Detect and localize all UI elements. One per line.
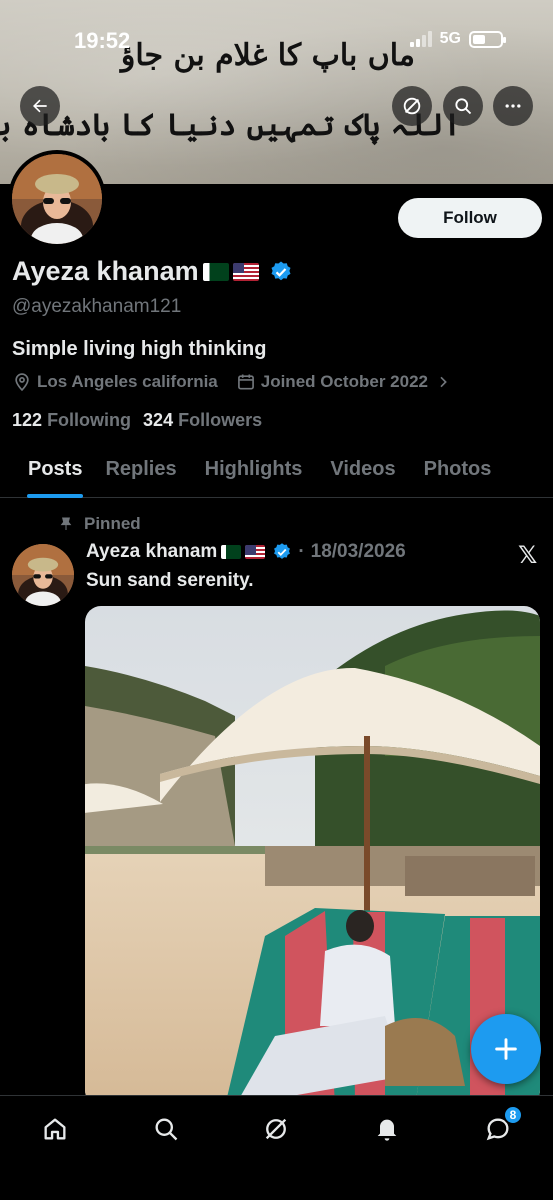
- grok-icon: [403, 97, 421, 115]
- notifications-icon: [377, 1119, 397, 1141]
- nav-search[interactable]: [151, 1114, 181, 1144]
- us-flag-icon: [245, 545, 266, 559]
- tab-posts[interactable]: Posts: [26, 446, 84, 498]
- grok-button[interactable]: [392, 86, 432, 126]
- tab-highlights[interactable]: Highlights: [205, 446, 303, 497]
- search-icon: [455, 98, 472, 115]
- post-text: Sun sand serenity.: [86, 570, 254, 591]
- plus-icon: [495, 1038, 517, 1060]
- profile-name-row: Ayeza khanam: [12, 256, 293, 287]
- avatar-image: [12, 154, 102, 244]
- follow-button[interactable]: Follow: [398, 198, 542, 238]
- back-button[interactable]: [20, 86, 60, 126]
- home-icon: [44, 1118, 66, 1140]
- pakistan-flag-icon: [202, 262, 229, 281]
- tab-replies[interactable]: Replies: [105, 446, 176, 497]
- status-indicators: 5G: [409, 30, 506, 48]
- more-button[interactable]: [493, 86, 533, 126]
- bottom-navigation: [0, 1095, 553, 1200]
- search-button[interactable]: [443, 86, 483, 126]
- back-arrow-icon: [33, 99, 47, 113]
- post-author[interactable]: Ayeza khanam: [86, 541, 217, 563]
- location-text: Los Angeles california: [37, 372, 218, 391]
- chevron-right-icon: [440, 376, 447, 388]
- banner-text-line-1: ماں باپ کا غلام بن جاؤ: [120, 38, 415, 73]
- status-time: 19:52: [74, 28, 131, 53]
- joined-text: Joined October 2022: [260, 372, 428, 391]
- profile-tabs: Posts Replies Highlights Videos Photos: [0, 446, 553, 498]
- nav-notifications[interactable]: [372, 1114, 402, 1144]
- post-image[interactable]: [85, 606, 540, 1106]
- profile-stats: 122 Following 324 Followers: [12, 410, 262, 431]
- beach-photo: [85, 606, 540, 1106]
- pakistan-flag-icon: [221, 545, 242, 559]
- profile-avatar[interactable]: [8, 150, 106, 248]
- compose-post-button[interactable]: [471, 1014, 541, 1084]
- verified-badge-icon[interactable]: [269, 260, 293, 284]
- post-separator: ·: [298, 541, 305, 562]
- profile-handle: @ayezakhanam121: [12, 296, 182, 317]
- x-logo-icon: 𝕏: [518, 542, 538, 569]
- verified-badge-icon: [274, 543, 291, 559]
- grok-icon: [265, 1118, 287, 1140]
- post-avatar[interactable]: [12, 544, 74, 606]
- messages-badge: 8: [503, 1105, 523, 1125]
- nav-home[interactable]: [40, 1114, 70, 1144]
- post-date[interactable]: 18/03/2026: [311, 541, 406, 563]
- battery-icon: [469, 30, 506, 48]
- tab-videos[interactable]: Videos: [330, 446, 395, 497]
- location-item: Los Angeles california: [12, 372, 218, 392]
- banner-text-line-2: اللہ پاک تمہیں دنیا کا بادشاہ بنا دیگا ۔: [0, 108, 461, 143]
- us-flag-icon: [232, 262, 259, 281]
- signal-icon: [409, 31, 432, 47]
- search-icon: [155, 1118, 178, 1141]
- more-icon: [505, 104, 521, 108]
- profile-bio: Simple living high thinking: [12, 338, 267, 360]
- calendar-icon: [237, 374, 254, 390]
- profile-name: Ayeza khanam: [12, 256, 199, 286]
- nav-grok[interactable]: [261, 1114, 291, 1144]
- pin-icon: [60, 517, 72, 530]
- followers-stat[interactable]: 324 Followers: [143, 410, 262, 431]
- post-header: Ayeza khanam · 18/03/2026: [86, 541, 406, 563]
- tab-photos[interactable]: Photos: [424, 446, 492, 497]
- joined-item[interactable]: Joined October 2022: [236, 372, 451, 392]
- pinned-label: Pinned: [58, 514, 141, 534]
- profile-meta: Los Angeles california Joined October 20…: [12, 372, 469, 392]
- post-avatar-image: [12, 544, 74, 606]
- network-type: 5G: [439, 30, 461, 47]
- following-stat[interactable]: 122 Following: [12, 410, 131, 431]
- location-icon: [15, 373, 29, 392]
